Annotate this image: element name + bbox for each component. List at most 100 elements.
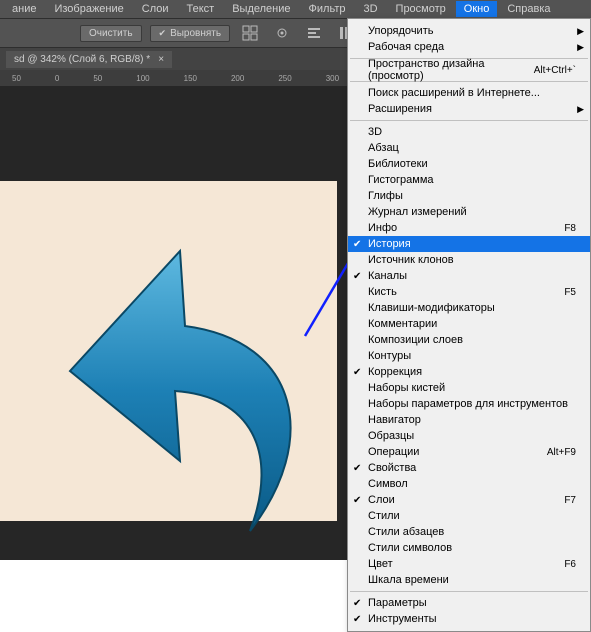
menu-item[interactable]: Клавиши-модификаторы — [348, 300, 590, 316]
menu-item[interactable]: Рабочая среда ▶ — [348, 39, 590, 55]
menu-item[interactable]: ИнфоF8 — [348, 220, 590, 236]
menu-item[interactable]: Комментарии — [348, 316, 590, 332]
checkmark-icon: ✔ — [353, 367, 361, 378]
menu-item[interactable]: Наборы кистей — [348, 380, 590, 396]
menu-item-shortcut: Alt+F9 — [547, 447, 576, 458]
menu-item[interactable]: ✔ Свойства — [348, 460, 590, 476]
menu-item[interactable]: Символ — [348, 476, 590, 492]
grid-icon[interactable] — [238, 21, 262, 45]
menu-item-label: Шкала времени — [368, 574, 449, 586]
menu-item-label: Рабочая среда — [368, 41, 444, 53]
menu-item[interactable]: ✔ Каналы — [348, 268, 590, 284]
align-button[interactable]: ✔ Выровнять — [150, 25, 231, 42]
menu-item-label: Поиск расширений в Интернете... — [368, 87, 540, 99]
menu-item[interactable]: ✔СлоиF7 — [348, 492, 590, 508]
menu-item-label: Коррекция — [368, 366, 422, 378]
menu-bar: аниеИзображениеСлоиТекстВыделениеФильтр3… — [0, 0, 591, 18]
clear-button[interactable]: Очистить — [80, 25, 142, 42]
menu-справка[interactable]: Справка — [499, 1, 558, 17]
menu-item-shortcut: Alt+Ctrl+` — [534, 65, 576, 76]
menu-item[interactable]: ЦветF6 — [348, 556, 590, 572]
menu-item[interactable]: Контуры — [348, 348, 590, 364]
menu-item-label: Библиотеки — [368, 158, 428, 170]
menu-изображение[interactable]: Изображение — [46, 1, 131, 17]
menu-item-label: Контуры — [368, 350, 411, 362]
submenu-arrow-icon: ▶ — [577, 26, 584, 37]
menu-просмотр[interactable]: Просмотр — [388, 1, 454, 17]
ruler-tick: 100 — [136, 74, 149, 83]
checkmark-icon: ✔ — [353, 614, 361, 625]
menu-текст[interactable]: Текст — [179, 1, 223, 17]
menu-item[interactable]: ✔Параметры — [348, 595, 590, 611]
menu-item-label: Комментарии — [368, 318, 437, 330]
close-icon[interactable]: × — [158, 54, 164, 65]
menu-item-label: Кисть — [368, 286, 397, 298]
menu-item[interactable]: Композиции слоев — [348, 332, 590, 348]
menu-item-label: Навигатор — [368, 414, 421, 426]
menu-item[interactable]: Гистограмма — [348, 172, 590, 188]
checkmark-icon: ✔ — [353, 495, 361, 506]
ruler-tick: 300 — [326, 74, 339, 83]
menu-фильтр[interactable]: Фильтр — [301, 1, 354, 17]
menu-item-label: Гистограмма — [368, 174, 434, 186]
menu-item-shortcut: F5 — [564, 287, 576, 298]
checkmark-icon: ✔ — [353, 463, 361, 474]
menu-item[interactable]: Упорядочить▶ — [348, 23, 590, 39]
menu-item[interactable]: ✔История — [348, 236, 590, 252]
menu-item[interactable]: Кисть F5 — [348, 284, 590, 300]
checkmark-icon: ✔ — [353, 598, 361, 609]
menu-3d[interactable]: 3D — [355, 1, 385, 17]
submenu-arrow-icon: ▶ — [577, 42, 584, 53]
ruler-tick: 0 — [55, 74, 59, 83]
menu-item[interactable]: Журнал измерений — [348, 204, 590, 220]
menu-item[interactable]: ✔ Коррекция — [348, 364, 590, 380]
menu-item[interactable]: Абзац — [348, 140, 590, 156]
menu-item-label: Слои — [368, 494, 395, 506]
submenu-arrow-icon: ▶ — [577, 104, 584, 115]
checkmark-icon: ✔ — [159, 28, 167, 39]
menu-item-label: Образцы — [368, 430, 414, 442]
menu-item-label: Каналы — [368, 270, 407, 282]
menu-item[interactable]: Пространство дизайна (просмотр)Alt+Ctrl+… — [348, 62, 590, 78]
window-menu-dropdown: Упорядочить▶ Рабочая среда ▶ Пространство д… — [347, 18, 591, 632]
menu-выделение[interactable]: Выделение — [224, 1, 298, 17]
menu-item[interactable]: Стили абзацев — [348, 524, 590, 540]
menu-item-label: Стили абзацев — [368, 526, 444, 538]
menu-item[interactable]: ОперацииAlt+F9 — [348, 444, 590, 460]
menu-item-label: Инструменты — [368, 613, 437, 625]
menu-item-label: Стили — [368, 510, 400, 522]
menu-item[interactable]: Шкала времени — [348, 572, 590, 588]
menu-item-label: Источник клонов — [368, 254, 454, 266]
menu-слои[interactable]: Слои — [134, 1, 177, 17]
menu-item[interactable]: Глифы — [348, 188, 590, 204]
menu-separator — [350, 120, 588, 121]
document-tab[interactable]: sd @ 342% (Слой 6, RGB/8) * × — [6, 51, 172, 68]
menu-item[interactable]: Поиск расширений в Интернете... — [348, 85, 590, 101]
menu-item[interactable]: Стили — [348, 508, 590, 524]
menu-item[interactable]: Расширения▶ — [348, 101, 590, 117]
menu-item[interactable]: Источник клонов — [348, 252, 590, 268]
menu-item-label: Свойства — [368, 462, 416, 474]
ruler-tick: 200 — [231, 74, 244, 83]
menu-item-label: 3D — [368, 126, 382, 138]
document-tab-title: sd @ 342% (Слой 6, RGB/8) * — [14, 54, 150, 65]
menu-item[interactable]: 3D — [348, 124, 590, 140]
menu-item[interactable]: Образцы — [348, 428, 590, 444]
menu-item-label: История — [368, 238, 411, 250]
menu-item[interactable]: Навигатор — [348, 412, 590, 428]
menu-item[interactable]: Библиотеки — [348, 156, 590, 172]
menu-ание[interactable]: ание — [4, 1, 44, 17]
menu-item-label: Абзац — [368, 142, 399, 154]
menu-item-label: Символ — [368, 478, 408, 490]
menu-item-label: Журнал измерений — [368, 206, 467, 218]
menu-item[interactable]: Наборы параметров для инструментов — [348, 396, 590, 412]
menu-item[interactable]: ✔ Инструменты — [348, 611, 590, 627]
menu-окно[interactable]: Окно — [456, 1, 498, 17]
menu-item[interactable]: Стили символов — [348, 540, 590, 556]
menu-item-label: Композиции слоев — [368, 334, 463, 346]
gear-icon[interactable] — [270, 21, 294, 45]
artboard[interactable] — [0, 181, 337, 521]
ruler-tick: 150 — [184, 74, 197, 83]
align-left-icon[interactable] — [302, 21, 326, 45]
checkmark-icon: ✔ — [353, 271, 361, 282]
